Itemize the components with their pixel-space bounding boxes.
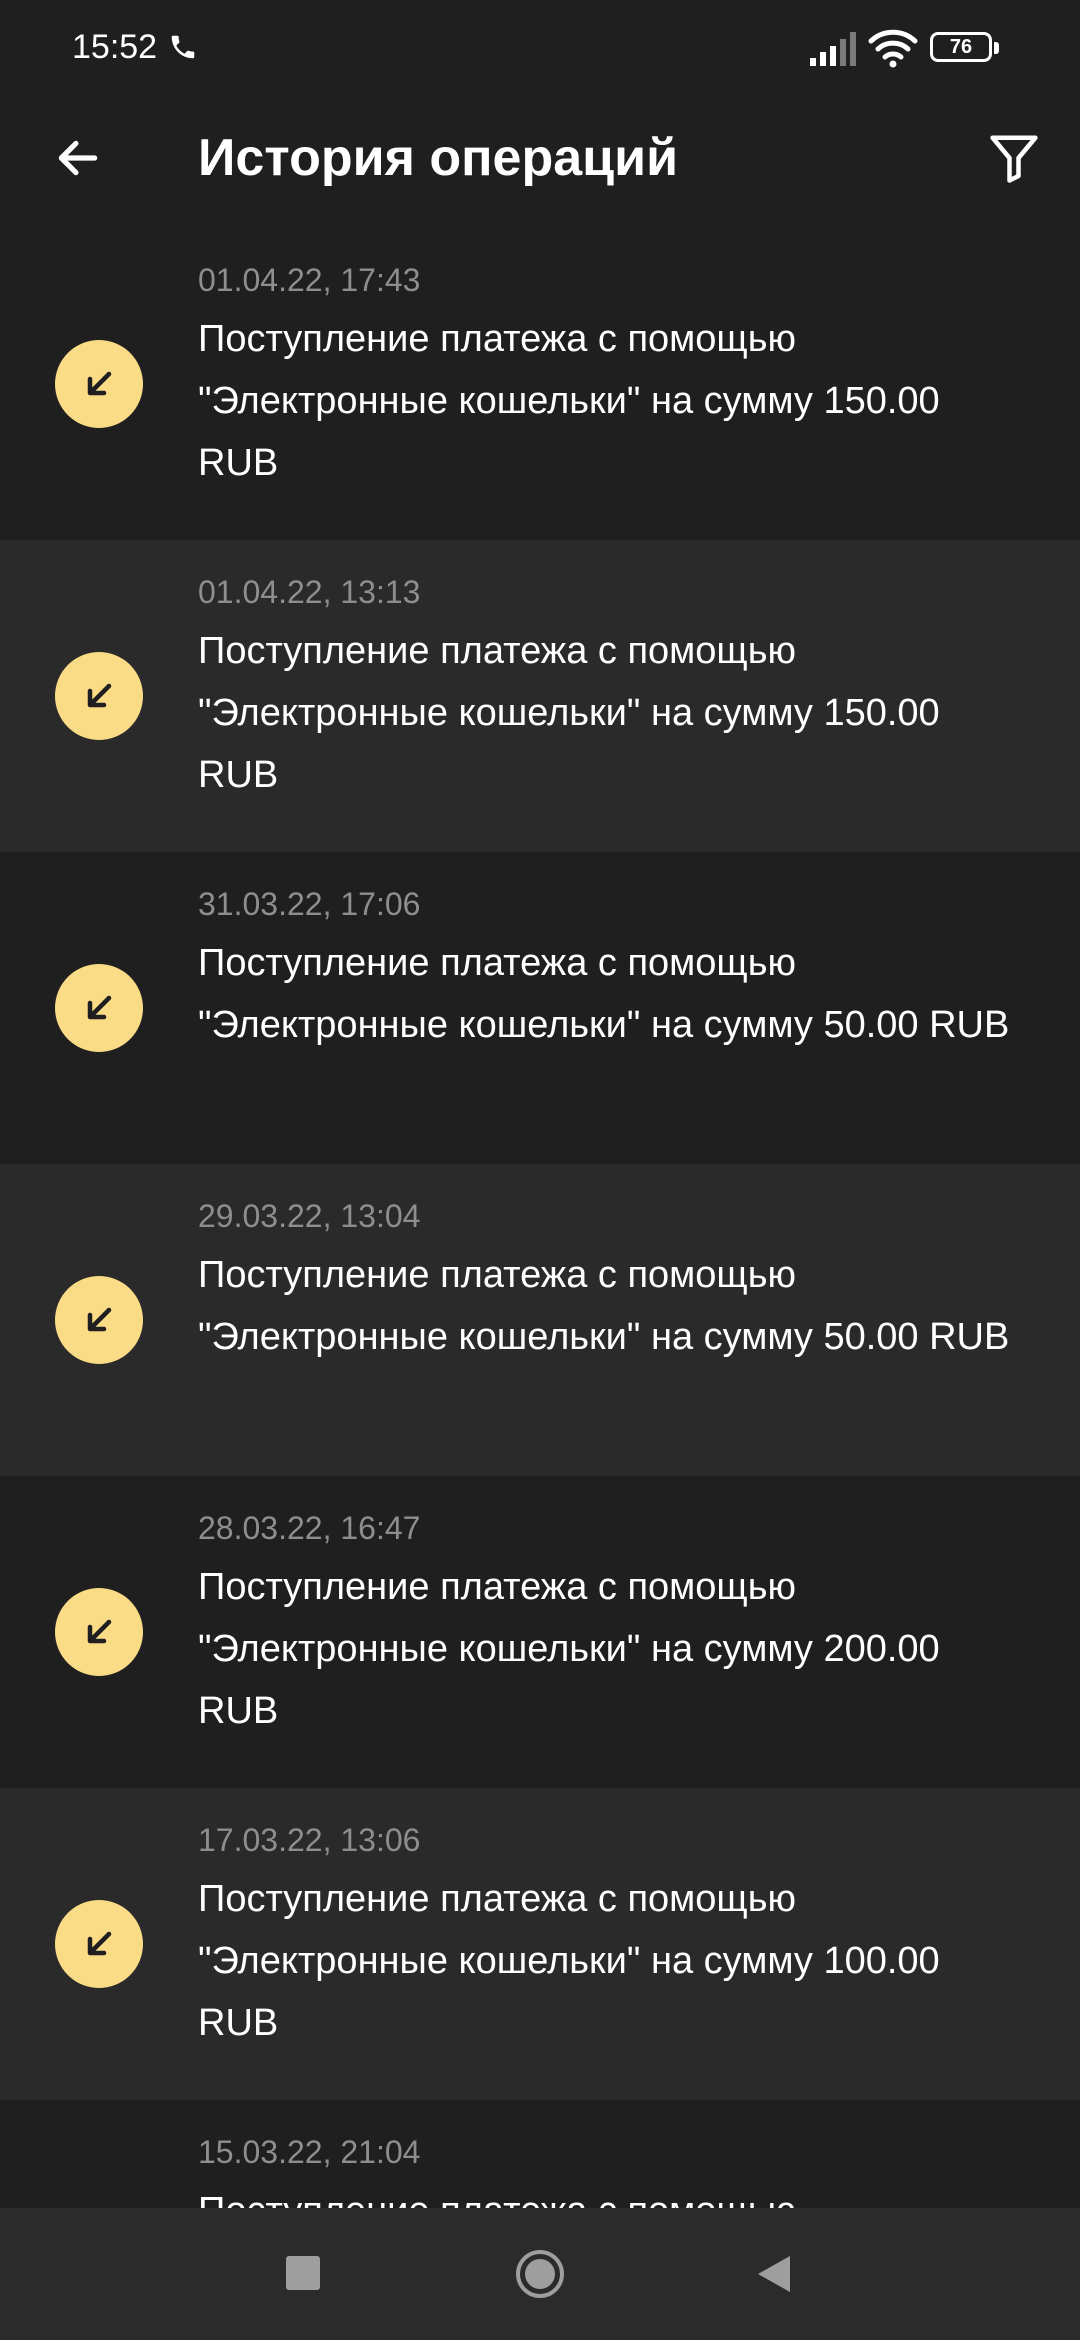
filter-icon [990, 135, 1038, 183]
operation-date: 15.03.22, 21:04 [198, 2134, 421, 2170]
incoming-arrow-icon [55, 964, 143, 1052]
arrow-left-icon [58, 140, 98, 176]
operation-item[interactable]: 28.03.22, 16:47 Поступление платежа с по… [0, 1476, 1080, 1788]
signal-icon [810, 32, 856, 66]
operation-description: Поступление платежа с помощью "Электронн… [198, 1254, 1010, 1358]
operation-item[interactable]: 31.03.22, 17:06 Поступление платежа с по… [0, 852, 1080, 1164]
incoming-arrow-icon [55, 1588, 143, 1676]
operation-item[interactable]: 01.04.22, 13:13 Поступление платежа с по… [0, 540, 1080, 852]
back-button[interactable] [40, 120, 116, 196]
operation-date: 31.03.22, 17:06 [198, 886, 421, 922]
operation-description: Поступление платежа с помощью "Электронн… [198, 318, 940, 484]
app-bar: История операций [0, 98, 1080, 228]
page-title: История операций [198, 129, 679, 187]
operation-date: 17.03.22, 13:06 [198, 1822, 421, 1858]
system-nav-bar [0, 2208, 1080, 2340]
operation-date: 01.04.22, 13:13 [198, 574, 421, 610]
operation-item[interactable]: 01.04.22, 17:43 Поступление платежа с по… [0, 228, 1080, 540]
battery-icon: 76 [930, 30, 1002, 66]
operation-description: Поступление платежа с помощью [198, 2180, 1018, 2208]
status-bar: 15:52 76 [0, 0, 1080, 98]
filter-button[interactable] [976, 120, 1052, 196]
operation-description: Поступление платежа с помощью "Электронн… [198, 630, 940, 796]
recent-apps-icon[interactable] [286, 2256, 320, 2290]
operation-item[interactable]: 15.03.22, 21:04 Поступление платежа с по… [0, 2100, 1080, 2208]
status-time: 15:52 [72, 28, 158, 66]
operation-description: Поступление платежа с помощью "Электронн… [198, 1566, 940, 1732]
operation-item[interactable]: 17.03.22, 13:06 Поступление платежа с по… [0, 1788, 1080, 2100]
incoming-arrow-icon [55, 1900, 143, 1988]
home-icon[interactable] [514, 2248, 566, 2300]
operation-date: 28.03.22, 16:47 [198, 1510, 421, 1546]
operation-date: 29.03.22, 13:04 [198, 1198, 421, 1234]
wifi-icon [868, 29, 918, 68]
back-triangle-icon[interactable] [754, 2252, 794, 2296]
incoming-arrow-icon [55, 1276, 143, 1364]
operation-description: Поступление платежа с помощью "Электронн… [198, 1878, 940, 2044]
phone-call-icon [171, 35, 195, 59]
operation-item[interactable]: 29.03.22, 13:04 Поступление платежа с по… [0, 1164, 1080, 1476]
operation-date: 01.04.22, 17:43 [198, 262, 421, 298]
battery-level: 76 [949, 36, 973, 58]
operation-description: Поступление платежа с помощью "Электронн… [198, 942, 1010, 1046]
incoming-arrow-icon [55, 340, 143, 428]
operations-list[interactable]: 01.04.22, 17:43 Поступление платежа с по… [0, 228, 1080, 2208]
incoming-arrow-icon [55, 652, 143, 740]
